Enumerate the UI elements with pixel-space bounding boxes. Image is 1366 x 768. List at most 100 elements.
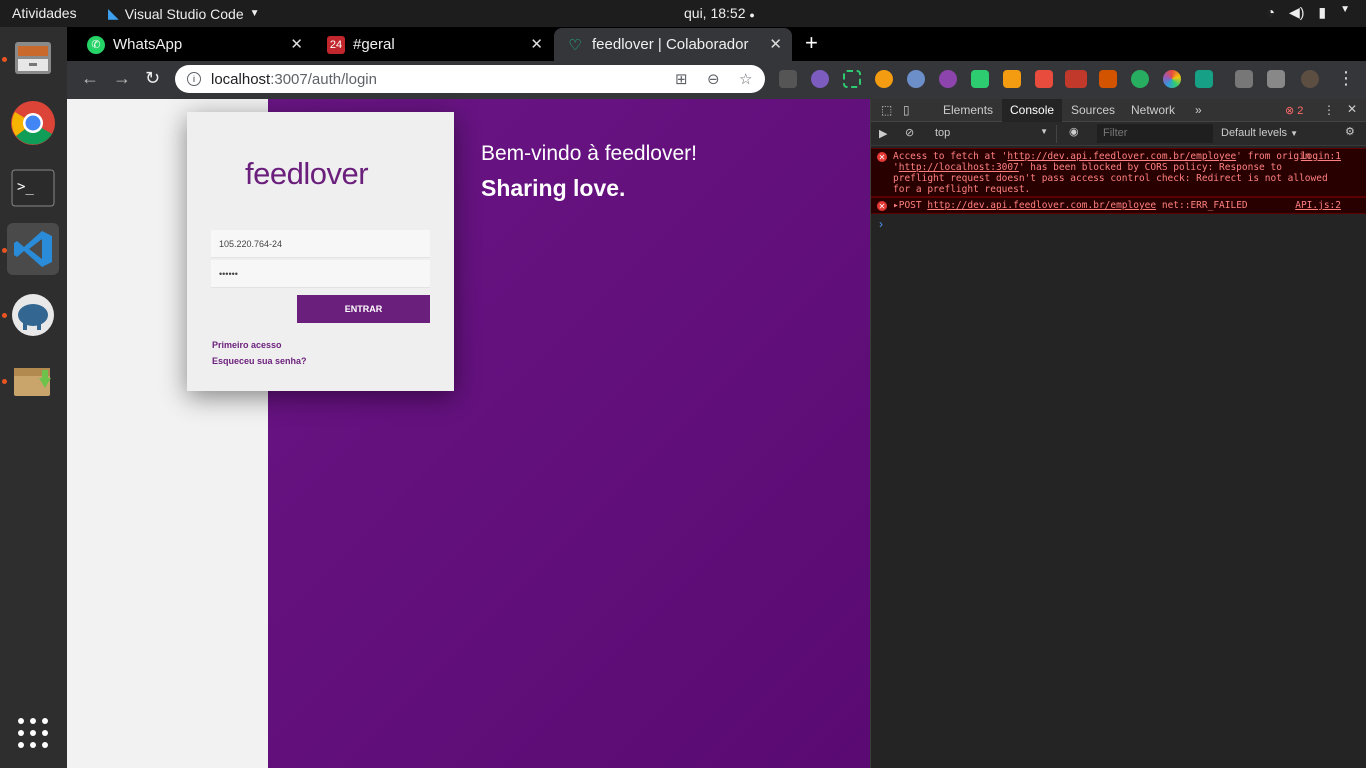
back-button[interactable]: ← xyxy=(81,68,99,89)
browser-tab-bar: ✆ WhatsApp ✕ 24 #geral ✕ ♡ feedlover | C… xyxy=(67,27,1366,61)
key-icon[interactable] xyxy=(1267,70,1285,88)
info-icon: i xyxy=(187,72,201,86)
translate-icon[interactable]: ⊞ xyxy=(675,70,688,88)
new-tab-button[interactable]: + xyxy=(805,30,818,56)
message-prefix: Access to fetch at ' xyxy=(893,151,1008,162)
devtools-menu-icon[interactable]: ⋮ xyxy=(1323,103,1335,117)
message-url-link[interactable]: http://dev.api.feedlover.com.br/employee xyxy=(1007,151,1236,162)
extension-s-icon[interactable] xyxy=(1195,70,1213,88)
error-icon: ⊗ xyxy=(1285,105,1295,117)
menu-dots-icon[interactable]: ⋮ xyxy=(1337,68,1355,89)
forgot-password-link[interactable]: Esqueceu sua senha? xyxy=(212,356,307,366)
error-icon: ✕ xyxy=(877,201,887,211)
password-field[interactable]: •••••• xyxy=(211,260,430,288)
chrome-icon[interactable] xyxy=(7,97,59,149)
console-message-text: Access to fetch at 'http://dev.api.feedl… xyxy=(893,151,1333,195)
devtools-tab-bar: ⬚ ▯ Elements Console Sources Network » ⊗… xyxy=(871,99,1366,122)
chevron-down-icon: ▼ xyxy=(1340,4,1350,15)
extension-blue-icon[interactable] xyxy=(907,70,925,88)
log-levels-select[interactable]: Default levels ▼ xyxy=(1221,127,1298,139)
extension-orange-icon[interactable] xyxy=(875,70,893,88)
tagline-heading: Sharing love. xyxy=(481,175,626,201)
error-counter[interactable]: ⊗ 2 xyxy=(1285,104,1303,117)
source-link[interactable]: login:1 xyxy=(1301,151,1341,162)
zoom-icon[interactable]: ⊖ xyxy=(707,70,720,88)
context-select[interactable]: top ▼ xyxy=(929,125,1057,143)
console-prompt[interactable]: › xyxy=(879,217,883,231)
more-tabs-button[interactable]: » xyxy=(1187,99,1210,122)
avatar[interactable] xyxy=(1301,70,1319,88)
app-menu[interactable]: ◣ Visual Studio Code ▼ xyxy=(108,5,260,22)
terminal-icon[interactable]: >_ xyxy=(7,162,59,214)
console-filter-input[interactable]: Filter xyxy=(1097,124,1213,143)
heart-icon: ♡ xyxy=(568,36,582,54)
vscode-icon: ◣ xyxy=(108,5,119,21)
tab-geral[interactable]: 24 #geral ✕ xyxy=(315,28,553,61)
extension-capture-icon[interactable] xyxy=(843,70,861,88)
gear-icon[interactable]: ⚙ xyxy=(1345,125,1355,138)
eye-icon[interactable]: ◉ xyxy=(1069,125,1079,138)
cpf-field[interactable]: 105.220.764-24 xyxy=(211,230,430,258)
log-levels-value: Default levels xyxy=(1221,127,1288,139)
extension-color-icon[interactable] xyxy=(1163,70,1181,88)
battery-icon: ▮ xyxy=(1318,4,1327,20)
extension-block-icon[interactable] xyxy=(811,70,829,88)
vscode-icon[interactable] xyxy=(7,223,59,275)
bookmark-star-icon[interactable]: ☆ xyxy=(739,70,752,88)
request-method: ▸POST xyxy=(893,200,922,211)
clear-console-icon[interactable]: ⊘ xyxy=(905,126,914,139)
reload-button[interactable]: ↻ xyxy=(145,68,160,89)
extension-red-icon[interactable] xyxy=(1035,70,1053,88)
tab-whatsapp[interactable]: ✆ WhatsApp ✕ xyxy=(75,28,313,61)
close-icon[interactable]: ✕ xyxy=(290,35,303,53)
tab-label: WhatsApp xyxy=(113,36,183,53)
clock[interactable]: qui, 18:52 ● xyxy=(684,5,755,21)
extension-bug-icon[interactable] xyxy=(1099,70,1117,88)
system-top-bar: Atividades ◣ Visual Studio Code ▼ qui, 1… xyxy=(0,0,1366,27)
error-count: 2 xyxy=(1297,105,1304,117)
page-viewport: feedlover 105.220.764-24 •••••• ENTRAR P… xyxy=(67,99,870,768)
sidebar-toggle-icon[interactable]: ▶ xyxy=(879,127,887,140)
tab-sources[interactable]: Sources xyxy=(1063,99,1123,122)
console-message-text: ▸POST http://dev.api.feedlover.com.br/em… xyxy=(893,200,1333,211)
chevron-down-icon: ▼ xyxy=(1290,129,1299,138)
extension-list-icon[interactable] xyxy=(1235,70,1253,88)
first-access-link[interactable]: Primeiro acesso xyxy=(212,340,282,350)
close-icon[interactable]: ✕ xyxy=(530,35,543,53)
tab-label: feedlover | Colaborador xyxy=(592,36,749,53)
system-tray[interactable]: ◔ ◀) ▮ ▼ xyxy=(1266,4,1350,21)
tab-elements[interactable]: Elements xyxy=(935,99,1001,122)
console-toolbar: ▶ ⊘ top ▼ ◉ Filter Default levels ▼ ⚙ xyxy=(871,122,1366,146)
tab-network[interactable]: Network xyxy=(1123,99,1183,122)
message-origin-link[interactable]: http://localhost:3007 xyxy=(899,162,1019,173)
welcome-heading: Bem-vindo à feedlover! xyxy=(481,142,697,165)
url-host: localhost xyxy=(211,70,271,88)
address-bar[interactable]: i localhost:3007/auth/login ⊞ ⊖ ☆ xyxy=(175,65,765,93)
message-url-link[interactable]: http://dev.api.feedlover.com.br/employee xyxy=(927,200,1156,211)
error-icon: ✕ xyxy=(877,152,887,162)
console-error-post[interactable]: ✕ ▸POST http://dev.api.feedlover.com.br/… xyxy=(871,197,1366,214)
entrar-button[interactable]: ENTRAR xyxy=(297,295,430,323)
tab-feedlover[interactable]: ♡ feedlover | Colaborador ✕ xyxy=(554,28,792,61)
close-icon[interactable]: ✕ xyxy=(769,35,782,53)
dropbox-icon[interactable] xyxy=(779,70,797,88)
extension-green-icon[interactable] xyxy=(1131,70,1149,88)
url-path: :3007/auth/login xyxy=(270,70,377,88)
forward-button[interactable]: → xyxy=(113,68,131,89)
inspect-icon[interactable]: ⬚ xyxy=(881,103,892,117)
chevron-down-icon: ▼ xyxy=(249,8,260,19)
activities-button[interactable]: Atividades xyxy=(12,5,77,21)
device-toggle-icon[interactable]: ▯ xyxy=(903,103,910,117)
rss-icon[interactable] xyxy=(1003,70,1021,88)
tab-console[interactable]: Console xyxy=(1002,99,1063,122)
show-apps-icon[interactable] xyxy=(7,707,59,759)
postgres-icon[interactable] xyxy=(7,289,59,341)
close-icon[interactable]: ✕ xyxy=(1347,102,1357,116)
files-icon[interactable] xyxy=(7,32,59,84)
console-error-cors[interactable]: ✕ Access to fetch at 'http://dev.api.fee… xyxy=(871,148,1366,197)
extension-check-icon[interactable] xyxy=(939,70,957,88)
extension-new-icon[interactable] xyxy=(1065,70,1087,88)
source-link[interactable]: API.js:2 xyxy=(1295,200,1341,211)
archive-icon[interactable] xyxy=(7,354,59,406)
extension-tag-icon[interactable] xyxy=(971,70,989,88)
